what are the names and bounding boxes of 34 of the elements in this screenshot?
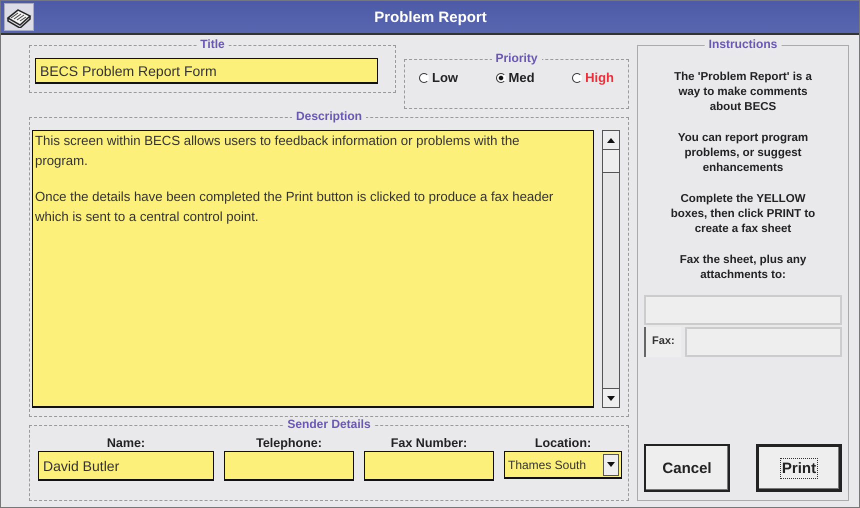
- text-field[interactable]: [364, 451, 494, 481]
- group-legend: Sender Details: [283, 417, 375, 431]
- description-text: This screen within BECS allows users to feedback information or problems with the program.: [35, 132, 520, 170]
- instruction-text: Complete the YELLOW boxes, then click PRINT to create a fax sheet: [670, 192, 816, 237]
- instruction-text: The 'Problem Report' is a way to make comments about BECS: [673, 70, 813, 115]
- scroll-bar[interactable]: [602, 130, 620, 408]
- instruction-text: Fax the sheet, plus any attachments to:: [678, 253, 808, 283]
- scroll-up-icon[interactable]: [603, 131, 619, 150]
- group-legend: Title: [196, 37, 229, 51]
- radio-button[interactable]: Med: [490, 70, 541, 85]
- window-title: Problem Report: [373, 8, 488, 26]
- scroll-down-icon[interactable]: [603, 388, 619, 407]
- book-icon: [4, 3, 34, 31]
- radio-button[interactable]: Low: [413, 70, 464, 85]
- group-legend: Instructions: [704, 37, 782, 51]
- scroll-thumb[interactable]: [603, 150, 619, 173]
- location-dropdown[interactable]: Thames South: [504, 451, 622, 479]
- title-field[interactable]: BECS Problem Report Form: [35, 58, 378, 84]
- group-legend: Description: [292, 109, 366, 123]
- field-label: Location:: [534, 436, 592, 450]
- text-field[interactable]: David Butler: [38, 451, 214, 481]
- instruction-text: You can report program problems, or suggest enhancements: [676, 131, 810, 176]
- text-field[interactable]: [224, 451, 354, 481]
- fax-field[interactable]: [684, 327, 842, 357]
- print-button[interactable]: Print: [756, 444, 842, 492]
- fax-label: Fax:: [644, 327, 681, 357]
- field-label: Fax Number:: [390, 436, 468, 450]
- field-label: Name:: [106, 436, 146, 450]
- description-text: Once the details have been completed the Print button is clicked to produce a fax header which is sent to a central control point.: [35, 188, 554, 226]
- radio-button[interactable]: High: [566, 70, 620, 85]
- address-field[interactable]: [644, 295, 842, 325]
- group-legend: Priority: [492, 51, 542, 65]
- field-label: Telephone:: [256, 436, 322, 450]
- cancel-button[interactable]: Cancel: [644, 444, 730, 492]
